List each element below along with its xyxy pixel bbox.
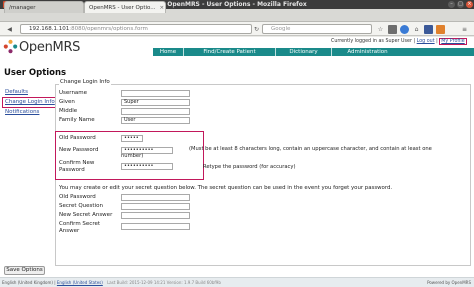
minimize-button[interactable]: – — [448, 1, 455, 8]
given-name-input[interactable]: Super — [121, 99, 190, 106]
tab-close-icon[interactable]: × — [160, 5, 165, 11]
menu-home[interactable]: Home — [153, 48, 183, 56]
old-password-label: Old Password — [59, 135, 96, 141]
new-password-hint-cont: number) — [121, 153, 144, 159]
confirm-secret-answer-label: Confirm Secret — [59, 221, 101, 227]
confirm-secret-answer-input[interactable] — [121, 223, 190, 230]
family-name-input[interactable]: User — [121, 117, 190, 124]
new-password-hint: (Must be at least 8 characters long, con… — [189, 146, 432, 152]
addon-icon[interactable] — [436, 25, 445, 34]
confirm-password-input[interactable]: •••••••••• — [121, 163, 173, 170]
locale-link-en-us[interactable]: English (United States) — [57, 280, 103, 285]
middle-name-label: Middle — [59, 108, 78, 114]
new-tab-button[interactable]: + — [168, 2, 177, 12]
main-menu: Home Find/Create Patient Dictionary Admi… — [153, 48, 474, 56]
confirm-password-hint: Retype the password (for accuracy) — [203, 164, 296, 170]
confirm-password-label: Confirm New — [59, 160, 95, 166]
logo-text: OpenMRS — [19, 40, 81, 55]
old-password-input[interactable]: ••••• — [121, 135, 143, 142]
new-secret-answer-input[interactable] — [121, 212, 190, 219]
tab-label: /manager — [9, 5, 36, 11]
extension-icon[interactable] — [424, 25, 433, 34]
tab-label: OpenMRS - User Optio... — [89, 5, 156, 11]
new-secret-answer-label: New Secret Answer — [59, 212, 113, 218]
window-title: OpenMRS - User Options - Mozilla Firefox — [167, 1, 307, 8]
separator: | — [413, 39, 416, 44]
page-footer: English (United Kingdom) | English (Unit… — [0, 277, 474, 287]
back-icon[interactable]: ◀ — [5, 25, 14, 34]
user-info: Currently logged in as Super User | Log … — [331, 38, 467, 45]
new-password-label: New Password — [59, 147, 99, 153]
build-info: Last Build: 2015-12-09 14:21 Version: 1.… — [107, 280, 221, 285]
username-input[interactable] — [121, 90, 190, 97]
sidebar-item-change-login-info[interactable]: Change Login Info — [5, 99, 55, 105]
separator: | — [54, 280, 56, 285]
tab-user-options[interactable]: OpenMRS - User Optio... × — [84, 1, 166, 13]
search-input[interactable]: Google — [262, 24, 372, 34]
navigation-toolbar: ◀ 192.168.1.101:8080/openmrs/options.for… — [0, 22, 474, 36]
menu-administration[interactable]: Administration — [331, 48, 403, 56]
url-path: :8080/openmrs/options.form — [69, 26, 148, 32]
url-bar[interactable]: 192.168.1.101:8080/openmrs/options.form — [20, 24, 252, 34]
middle-name-input[interactable] — [121, 108, 190, 115]
page-content: OpenMRS Currently logged in as Super Use… — [0, 37, 474, 277]
my-profile-link[interactable]: My Profile — [439, 38, 467, 45]
confirm-secret-answer-label-cont: Answer — [59, 228, 80, 234]
secret-question-label: Secret Question — [59, 203, 103, 209]
menu-find-create-patient[interactable]: Find/Create Patient — [183, 48, 275, 56]
downloads-icon[interactable] — [400, 25, 409, 34]
save-options-button[interactable]: Save Options — [4, 266, 45, 275]
sidebar-item-defaults[interactable]: Defaults — [5, 89, 28, 95]
powered-by: Powered by OpenMRS — [427, 280, 471, 285]
openmrs-logo-icon — [3, 39, 18, 54]
home-icon[interactable]: ⌂ — [412, 25, 421, 34]
bookmarks-list-icon[interactable] — [388, 25, 397, 34]
secret-old-password-label: Old Password — [59, 194, 96, 200]
sidebar-item-notifications[interactable]: Notifications — [5, 109, 39, 115]
bookmark-star-icon[interactable]: ☆ — [376, 25, 385, 34]
reload-icon[interactable]: ↻ — [252, 25, 261, 34]
confirm-password-label-cont: Password — [59, 167, 85, 173]
search-placeholder: Google — [271, 26, 291, 32]
given-name-label: Given — [59, 99, 75, 105]
fieldset-legend: Change Login Info — [59, 79, 111, 85]
maximize-button[interactable]: □ — [457, 1, 464, 8]
logged-in-text: Currently logged in as Super User — [331, 39, 412, 44]
log-out-link[interactable]: Log out — [417, 39, 435, 44]
menu-dictionary[interactable]: Dictionary — [275, 48, 331, 56]
secret-old-password-input[interactable] — [121, 194, 190, 201]
locale-current: English (United Kingdom) — [2, 280, 53, 285]
username-label: Username — [59, 90, 88, 96]
close-window-button[interactable]: × — [466, 1, 473, 8]
tab-manager[interactable]: /manager — [4, 1, 84, 13]
secret-question-info: You may create or edit your secret quest… — [59, 185, 393, 191]
secret-question-input[interactable] — [121, 203, 190, 210]
menu-icon[interactable]: ≡ — [460, 25, 469, 34]
page-title: User Options — [4, 68, 67, 78]
url-host: 192.168.1.101 — [29, 26, 70, 32]
family-name-label: Family Name — [59, 117, 95, 123]
separator: | — [436, 39, 438, 44]
